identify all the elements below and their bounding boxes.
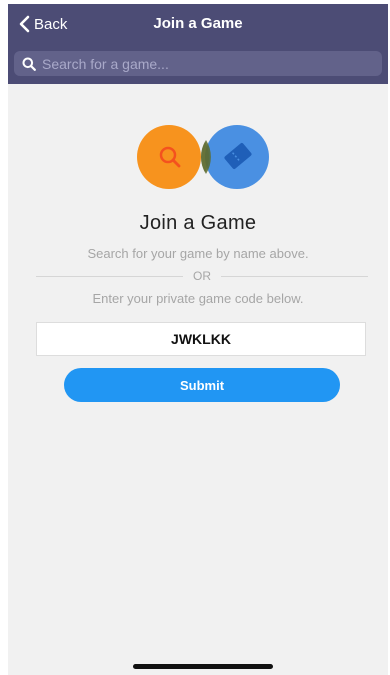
or-divider: OR xyxy=(36,269,368,283)
join-game-illustration xyxy=(132,124,274,190)
or-label: OR xyxy=(193,269,211,283)
search-bar xyxy=(8,44,388,84)
search-hint-text: Search for your game by name above. xyxy=(87,246,309,261)
search-icon xyxy=(22,57,36,71)
navigation-bar: Back Join a Game xyxy=(8,4,388,44)
ticket-circle-icon xyxy=(201,125,269,189)
game-code-input[interactable] xyxy=(36,322,366,356)
divider-line-right xyxy=(221,275,368,277)
code-hint-text: Enter your private game code below. xyxy=(92,291,304,306)
join-game-heading: Join a Game xyxy=(139,212,257,234)
submit-button[interactable]: Submit xyxy=(64,368,340,402)
search-input[interactable] xyxy=(42,55,362,72)
page-title: Join a Game xyxy=(153,15,243,32)
app-screen: Back Join a Game Search for a game... Jo… xyxy=(8,4,388,675)
divider-line-left xyxy=(36,275,183,277)
search-box[interactable] xyxy=(14,51,382,76)
home-indicator xyxy=(133,664,273,669)
search-circle-icon xyxy=(137,125,201,189)
